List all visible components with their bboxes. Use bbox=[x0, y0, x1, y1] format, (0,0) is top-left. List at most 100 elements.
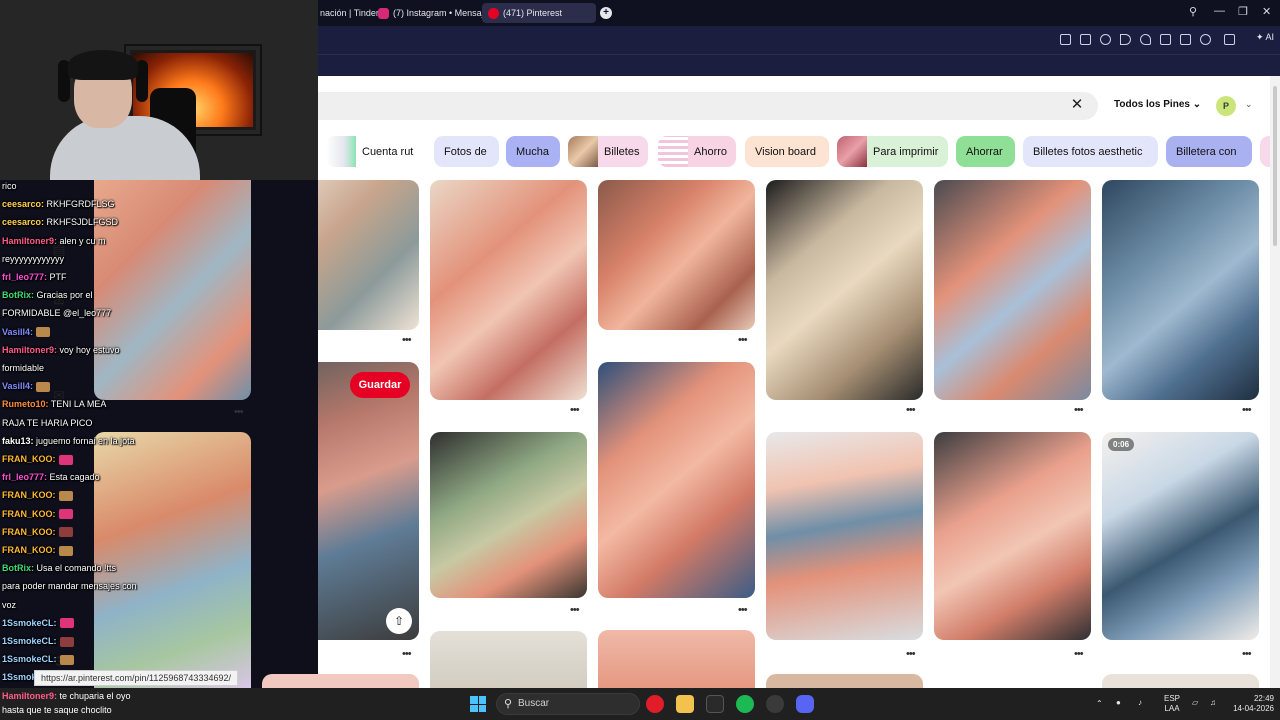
chat-text: RKHFSJDLFGSD bbox=[44, 217, 119, 228]
windows-start-icon[interactable] bbox=[470, 696, 486, 712]
more-options-icon[interactable]: ••• bbox=[738, 604, 748, 616]
chat-text: juguemo fornai en la jota bbox=[33, 435, 135, 446]
pin-image[interactable] bbox=[766, 674, 923, 688]
chat-message: faku13: juguemo fornai en la jota bbox=[2, 435, 250, 447]
search-tabs-icon[interactable]: ⚲ bbox=[1189, 5, 1197, 18]
chat-text: hasta que te saque choclito bbox=[2, 705, 112, 715]
pin-image[interactable] bbox=[766, 432, 923, 640]
chevron-down-icon[interactable]: ⌄ bbox=[1245, 99, 1253, 110]
minimize-icon[interactable]: — bbox=[1214, 5, 1225, 17]
scrollbar-thumb[interactable] bbox=[1273, 86, 1277, 246]
chip-billetes-fotos-aesthetic[interactable]: Billetes fotos aesthetic bbox=[1023, 136, 1158, 167]
more-options-icon[interactable]: ••• bbox=[906, 648, 916, 660]
pin-image[interactable] bbox=[598, 180, 755, 330]
maximize-icon[interactable]: ❐ bbox=[1238, 5, 1248, 18]
pin-image[interactable] bbox=[766, 180, 923, 400]
menu-icon[interactable] bbox=[1180, 34, 1191, 45]
close-window-icon[interactable]: ✕ bbox=[1262, 5, 1271, 18]
play-icon[interactable] bbox=[1120, 34, 1131, 45]
chat-text: para poder mandar mensajes con bbox=[2, 581, 137, 592]
chat-emote-icon bbox=[59, 618, 74, 629]
more-options-icon[interactable]: ••• bbox=[402, 334, 412, 346]
chip-fotos-de[interactable]: Fotos de bbox=[434, 136, 499, 167]
chip-label: Ahorro bbox=[694, 145, 728, 158]
more-options-icon[interactable]: ••• bbox=[1074, 648, 1084, 660]
pin-image[interactable] bbox=[430, 631, 587, 688]
tab-instagram[interactable]: (7) Instagram • Mensajes bbox=[372, 3, 499, 23]
more-options-icon[interactable]: ••• bbox=[1242, 648, 1252, 660]
clock[interactable]: 22:49 14-04-2026 bbox=[1220, 694, 1274, 714]
camera-icon[interactable] bbox=[1080, 34, 1091, 45]
new-tab-button[interactable]: + bbox=[600, 7, 612, 19]
chat-message: formidable bbox=[2, 362, 250, 374]
more-options-icon[interactable]: ••• bbox=[570, 404, 580, 416]
chip-billetes[interactable]: Billetes bbox=[568, 136, 648, 167]
pin-image-hovered[interactable] bbox=[318, 362, 419, 640]
chat-text: RAJA TE HARIA PICO bbox=[2, 417, 93, 428]
chat-username: 1SsmokeCL: bbox=[2, 617, 57, 628]
github-desktop-icon[interactable] bbox=[766, 695, 784, 713]
more-options-icon[interactable]: ••• bbox=[1074, 404, 1084, 416]
chip-more[interactable] bbox=[1260, 136, 1270, 167]
chip-cuenta-rut[interactable]: Cuenta rut bbox=[326, 136, 426, 167]
heart-icon[interactable] bbox=[1140, 34, 1151, 45]
close-icon[interactable]: ✕ bbox=[1069, 97, 1085, 113]
pin-image[interactable] bbox=[598, 362, 755, 598]
chat-message: FRAN_KOO: bbox=[2, 544, 250, 556]
more-options-icon[interactable]: ••• bbox=[1242, 404, 1252, 416]
chip-mucha[interactable]: Mucha bbox=[506, 136, 560, 167]
language-indicator[interactable]: ESP LAA bbox=[1160, 694, 1184, 714]
pin-image[interactable] bbox=[430, 180, 587, 400]
save-button[interactable]: Guardar bbox=[350, 372, 410, 398]
spotify-icon[interactable] bbox=[736, 695, 754, 713]
share-icon[interactable]: ⇧ bbox=[386, 608, 412, 634]
chevron-up-icon[interactable]: ⌃ bbox=[1096, 699, 1103, 709]
chat-text: reyyyyyyyyyyyy bbox=[2, 253, 65, 264]
chip-ahorro[interactable]: Ahorro bbox=[658, 136, 736, 167]
opera-icon[interactable] bbox=[646, 695, 664, 713]
network-icon[interactable]: ▱ bbox=[1192, 698, 1198, 708]
chip-para-imprimir[interactable]: Para imprimir bbox=[837, 136, 948, 167]
chip-vision-board[interactable]: Vision board bbox=[745, 136, 829, 167]
chat-message: frl_leo777: PTF bbox=[2, 271, 250, 283]
chat-message: 1SsmokeCL: bbox=[2, 635, 250, 647]
more-options-icon[interactable]: ••• bbox=[570, 604, 580, 616]
volume-icon[interactable]: ♫ bbox=[1210, 698, 1216, 708]
pin-image[interactable] bbox=[1102, 180, 1259, 400]
filter-dropdown[interactable]: Todos los Pines ⌄ bbox=[1114, 99, 1201, 110]
pin-image[interactable] bbox=[934, 432, 1091, 640]
pinterest-page: ✕ Todos los Pines ⌄ P ⌄ Cuenta rut Fotos… bbox=[318, 76, 1270, 688]
search-input[interactable] bbox=[318, 92, 1098, 120]
pin-image[interactable] bbox=[598, 630, 755, 688]
epic-games-icon[interactable] bbox=[706, 695, 724, 713]
pin-image[interactable] bbox=[262, 674, 419, 688]
pin-image[interactable] bbox=[430, 432, 587, 598]
chip-thumbnail bbox=[326, 136, 356, 167]
page-scrollbar[interactable] bbox=[1270, 76, 1280, 688]
discord-icon[interactable] bbox=[796, 695, 814, 713]
pin-image[interactable] bbox=[1102, 674, 1259, 688]
edit-icon[interactable] bbox=[1060, 34, 1071, 45]
extensions-icon[interactable] bbox=[1224, 34, 1235, 45]
chip-billetera-con[interactable]: Billetera con bbox=[1166, 136, 1252, 167]
shield-icon[interactable] bbox=[1100, 34, 1111, 45]
pin-video[interactable] bbox=[1102, 432, 1259, 640]
chat-text: te chuparia el oyo bbox=[57, 691, 131, 701]
more-options-icon[interactable]: ••• bbox=[402, 648, 412, 660]
pin-image[interactable] bbox=[934, 180, 1091, 400]
more-options-icon[interactable]: ••• bbox=[906, 404, 916, 416]
avatar[interactable]: P bbox=[1216, 96, 1236, 116]
pin-image[interactable] bbox=[318, 180, 419, 330]
chat-message: Hamiltoner9: alen y cu m bbox=[2, 235, 250, 247]
chip-ahorrar[interactable]: Ahorrar bbox=[956, 136, 1015, 167]
ai-button[interactable]: ✦ AI bbox=[1256, 32, 1274, 43]
file-explorer-icon[interactable] bbox=[676, 695, 694, 713]
microphone-icon[interactable]: ♪ bbox=[1138, 698, 1142, 708]
tray-app-icon[interactable]: ● bbox=[1116, 698, 1121, 708]
tab-pinterest[interactable]: (471) Pinterest bbox=[482, 3, 596, 23]
download-icon[interactable] bbox=[1160, 34, 1171, 45]
chat-emote-icon bbox=[36, 327, 51, 338]
more-options-icon[interactable]: ••• bbox=[738, 334, 748, 346]
tab-title: (7) Instagram • Mensajes bbox=[393, 8, 494, 18]
profile-icon[interactable] bbox=[1200, 34, 1211, 45]
